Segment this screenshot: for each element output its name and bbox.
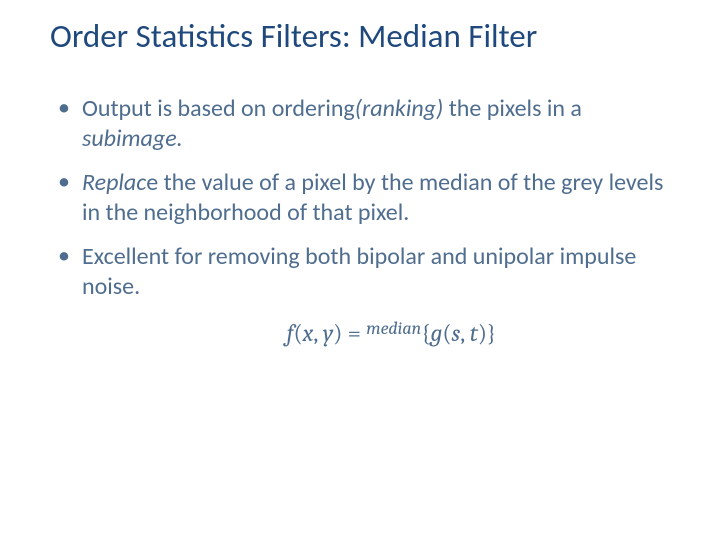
bullet-list: Output is based on ordering(ranking) the…: [48, 94, 675, 302]
slide-container: Order Statistics Filters: Median Filter …: [0, 0, 720, 540]
bullet-1-ital2: subimage.: [82, 124, 183, 153]
formula-open1: (: [293, 319, 302, 347]
formula-median: median: [366, 318, 421, 339]
formula-comma1: ,: [313, 319, 322, 347]
formula-g: g: [430, 319, 442, 347]
formula-close1: ): [333, 319, 342, 347]
bullet-1-pre: Output is based on ordering: [82, 94, 355, 123]
formula-t: t: [470, 319, 478, 347]
bullet-3: Excellent for removing both bipolar and …: [58, 242, 675, 302]
formula-open2: (: [442, 319, 451, 347]
bullet-2-ital: Replac: [82, 168, 146, 197]
formula-s: s: [452, 319, 461, 347]
bullet-1-post1: the pixels in a: [449, 94, 582, 123]
formula-eq: =: [342, 319, 366, 347]
slide-title: Order Statistics Filters: Median Filter: [48, 18, 675, 54]
bullet-3-text: Excellent for removing both bipolar and …: [82, 242, 636, 301]
bullet-1: Output is based on ordering(ranking) the…: [58, 94, 675, 154]
bullet-2-post: e the value of a pixel by the median of …: [82, 168, 663, 227]
formula: f(x, y) = median{g(s, t)}: [48, 316, 675, 347]
formula-rbrace: }: [487, 319, 496, 347]
bullet-1-ital: (ranking): [355, 94, 449, 123]
formula-comma2: ,: [460, 319, 469, 347]
formula-x: x: [303, 319, 314, 347]
bullet-2: Replace the value of a pixel by the medi…: [58, 168, 675, 228]
formula-y: y: [323, 319, 333, 347]
formula-close2: ): [478, 319, 487, 347]
